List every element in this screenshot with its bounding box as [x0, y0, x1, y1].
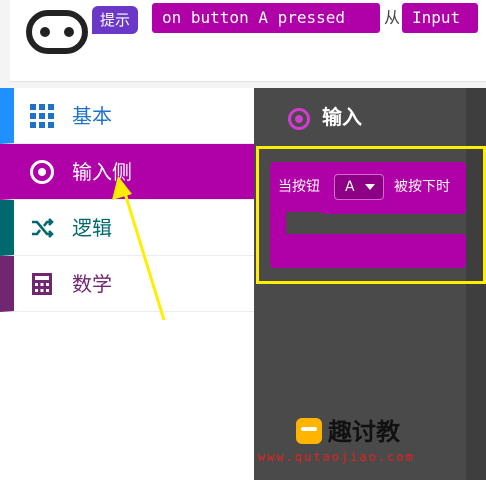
from-text: 从	[384, 8, 401, 27]
category-math[interactable]: 数学	[0, 256, 254, 312]
block-mouth-side	[270, 212, 286, 236]
button-dropdown-value: A	[345, 179, 355, 195]
flyout-header: 输入	[288, 102, 362, 132]
block-suffix-label: 被按下时	[394, 179, 450, 195]
category-basic[interactable]: 基本	[0, 88, 254, 144]
category-math-label: 数学	[72, 272, 112, 296]
microbit-left-eye	[40, 27, 50, 37]
grid-icon	[30, 104, 54, 128]
category-basic-label: 基本	[72, 104, 112, 128]
target-icon	[30, 160, 54, 184]
watermark-logo-icon	[296, 418, 322, 444]
on-button-pressed-block[interactable]: 当按钮 A 被按下时	[270, 162, 466, 214]
watermark-title: 趣讨教	[328, 418, 400, 446]
watermark-url: www.qutaojiao.com	[258, 450, 415, 464]
toolbox-category-list: 基本 输入侧 逻辑 数学	[0, 88, 254, 480]
category-input[interactable]: 输入侧	[0, 144, 254, 200]
calculator-icon	[32, 273, 52, 295]
microbit-icon	[26, 10, 88, 54]
category-input-label: 输入侧	[72, 160, 132, 184]
button-dropdown[interactable]: A	[334, 174, 384, 200]
event-block-chip: on button A pressed	[152, 3, 380, 33]
target-icon	[288, 108, 310, 130]
flyout-title: 输入	[322, 105, 362, 129]
dropdown-caret-icon	[365, 184, 375, 190]
microbit-right-eye	[64, 27, 74, 37]
category-logic-label: 逻辑	[72, 216, 112, 240]
shuffle-icon	[32, 218, 54, 238]
category-logic[interactable]: 逻辑	[0, 200, 254, 256]
block-prefix-label: 当按钮	[278, 179, 320, 195]
input-category-chip: Input	[402, 3, 478, 33]
block-bottom-arm	[270, 234, 466, 268]
hint-badge: 提示	[92, 6, 138, 34]
